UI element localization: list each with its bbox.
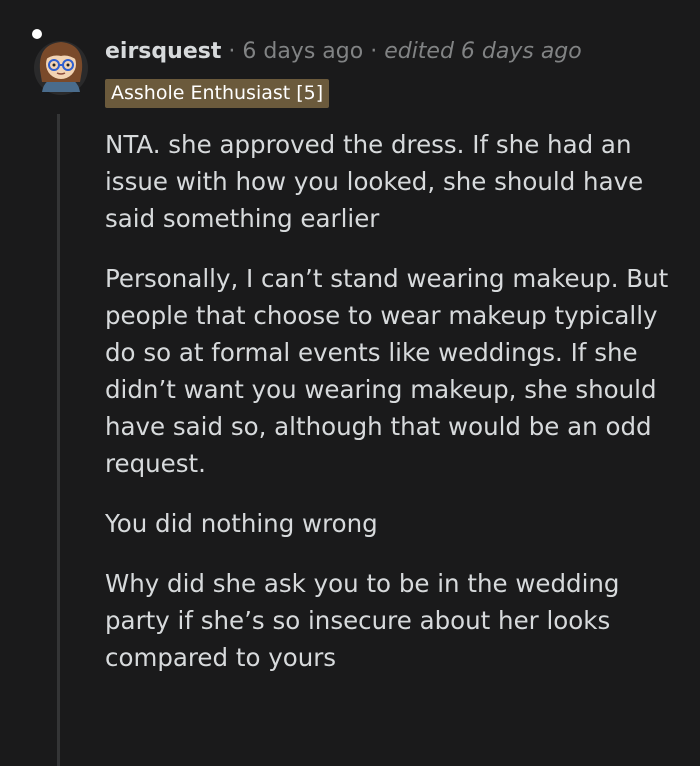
comment-meta: eirsquest · 6 days ago · edited 6 days a… — [105, 34, 582, 68]
timestamp-link[interactable]: 6 days ago — [242, 39, 363, 64]
comment-paragraph: You did nothing wrong — [105, 509, 378, 538]
avatar-icon — [32, 29, 88, 95]
avatar[interactable] — [28, 26, 90, 96]
comment-body: NTA. she approved the dress. If she had … — [105, 126, 690, 699]
separator-dot: · — [228, 38, 236, 64]
thread-collapse-line[interactable] — [57, 114, 60, 766]
comment-paragraph: Personally, I can’t stand wearing makeup… — [105, 264, 669, 478]
user-flair: Asshole Enthusiast [5] — [105, 79, 330, 108]
edited-timestamp: edited 6 days ago — [384, 38, 582, 64]
comment-paragraph: Why did she ask you to be in the wedding… — [105, 569, 620, 672]
comment-paragraph: NTA. she approved the dress. If she had … — [105, 130, 644, 233]
comment: eirsquest · 6 days ago · edited 6 days a… — [0, 0, 700, 766]
separator-dot: · — [370, 38, 378, 64]
username-link[interactable]: eirsquest — [105, 39, 221, 64]
